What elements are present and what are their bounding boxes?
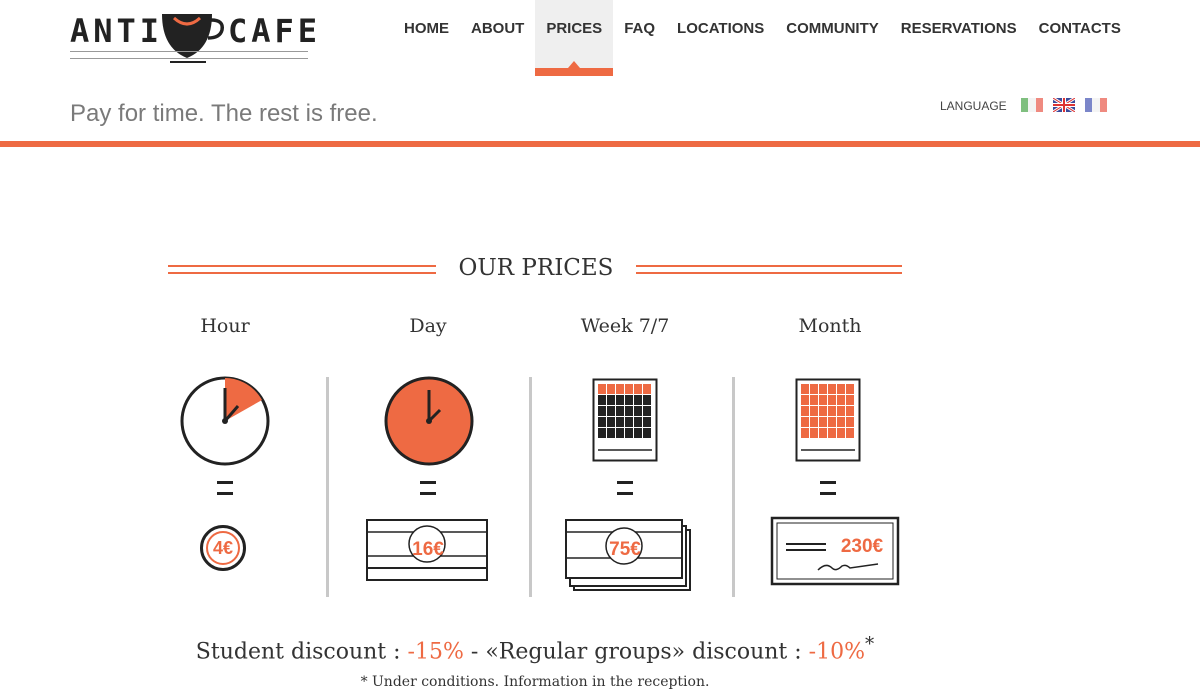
logo-text-left: ANTI (70, 12, 164, 50)
nav-home[interactable]: HOME (393, 0, 460, 76)
price-hour: 4€ (206, 531, 240, 565)
price-month: 230€ (840, 536, 884, 557)
logo-text-right: CAFE (228, 12, 322, 50)
equals-icon (617, 481, 633, 495)
nav-locations[interactable]: LOCATIONS (666, 0, 775, 76)
plan-label-hour: Hour (200, 315, 250, 337)
clock-quarter-icon (180, 376, 270, 466)
nav-about[interactable]: ABOUT (460, 0, 535, 76)
plan-label-week: Week 7/7 (580, 315, 670, 337)
column-divider (326, 377, 329, 597)
italian-flag-icon[interactable] (1021, 98, 1043, 112)
nav-contacts[interactable]: CONTACTS (1028, 0, 1132, 76)
title-rule-left (168, 265, 436, 274)
equals-icon (820, 481, 836, 495)
groups-discount-value: -10% (808, 639, 866, 665)
tagline: Pay for time. The rest is free. (70, 100, 378, 127)
column-divider (529, 377, 532, 597)
footnote-marker: * (865, 634, 875, 655)
coin-icon: 4€ (200, 525, 246, 571)
student-discount-label: Student discount : (195, 639, 408, 665)
nav-faq[interactable]: FAQ (613, 0, 666, 76)
logo-underline (70, 51, 308, 59)
nav-reservations[interactable]: RESERVATIONS (890, 0, 1028, 76)
calendar-week-icon (592, 378, 658, 462)
nav-community[interactable]: COMMUNITY (775, 0, 890, 76)
discount-line: Student discount : -15% - «Regular group… (0, 634, 1070, 664)
site-header: ANTI CAFE HOME ABOUT PRICES FAQ LOCATION… (0, 0, 1200, 150)
nav-prices[interactable]: PRICES (535, 0, 614, 76)
header-accent-bar (0, 141, 1200, 147)
price-week: 75€ (609, 539, 641, 560)
discount-separator: - (463, 639, 486, 665)
prices-title: OUR PRICES (458, 255, 614, 281)
language-switcher (1021, 98, 1107, 112)
prices-title-row: OUR PRICES (168, 255, 902, 285)
clock-full-icon (384, 376, 474, 466)
plan-label-month: Month (798, 315, 862, 337)
equals-icon (217, 481, 233, 495)
title-rule-right (636, 265, 902, 274)
column-divider (732, 377, 735, 597)
price-day: 16€ (412, 539, 444, 560)
main-nav: HOME ABOUT PRICES FAQ LOCATIONS COMMUNIT… (393, 0, 1132, 76)
footnote: * Under conditions. Information in the r… (360, 674, 710, 690)
calendar-month-icon (795, 378, 861, 462)
anticafe-logo[interactable]: ANTI CAFE (70, 4, 317, 66)
equals-icon (420, 481, 436, 495)
language-label: LANGUAGE (940, 99, 1007, 113)
plan-label-day: Day (409, 315, 447, 337)
student-discount-value: -15% (407, 639, 464, 665)
french-flag-icon[interactable] (1085, 98, 1107, 112)
uk-flag-icon[interactable] (1053, 98, 1075, 112)
groups-discount-label: «Regular groups» discount : (485, 639, 809, 665)
